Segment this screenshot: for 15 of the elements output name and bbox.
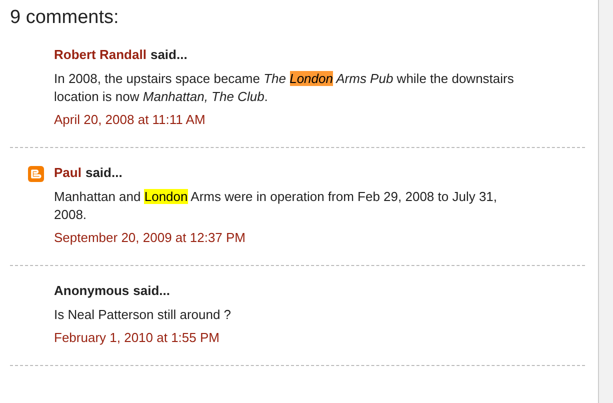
author-link[interactable]: Paul	[54, 164, 82, 182]
comment-date-link[interactable]: April 20, 2008 at 11:11 AM	[54, 111, 206, 129]
said-label: said...	[85, 164, 122, 182]
comments-heading: 9 comments:	[10, 6, 120, 30]
author-name: Anonymous	[54, 282, 130, 300]
comment-text: In 2008, the upstairs space became The London Arms Pub while the downstairs location is now Manhattan, The Club.	[54, 70, 515, 106]
blogger-icon	[28, 166, 44, 182]
author-link[interactable]: Robert Randall	[54, 46, 146, 64]
comment-text: Manhattan and London Arms were in operation from Feb 29, 2008 to July 31, 2008.	[54, 188, 498, 224]
comment-date-link[interactable]: September 20, 2009 at 12:37 PM	[54, 229, 246, 247]
said-label: said...	[150, 46, 188, 64]
comment-date-link[interactable]: February 1, 2010 at 1:55 PM	[54, 329, 220, 347]
said-label: said...	[133, 282, 170, 300]
scrollbar[interactable]	[598, 0, 613, 403]
comment-text: Is Neal Patterson still around ?	[54, 306, 232, 324]
